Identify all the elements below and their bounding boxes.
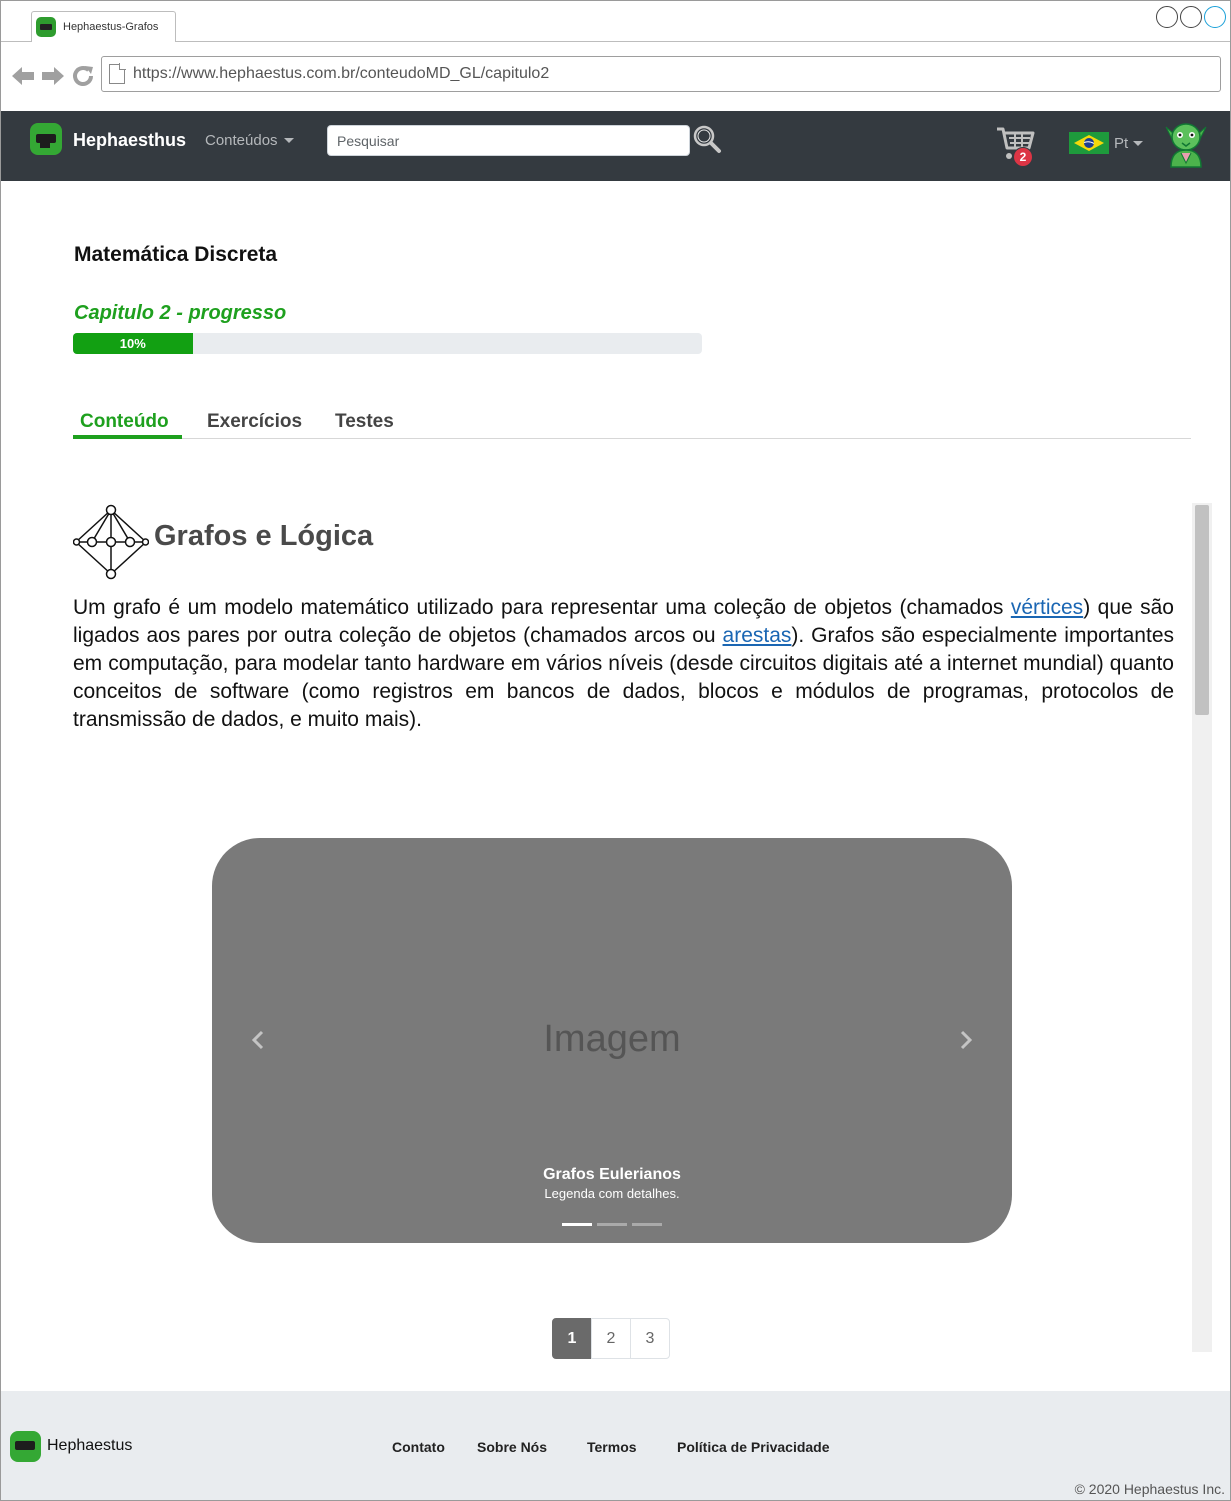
section-title: Grafos e Lógica [154,520,374,552]
chapter-progress-bar: 10% [73,333,702,354]
browser-window: Hephaestus-Grafos https://www.hephaestus… [0,0,1231,1501]
page-button-1[interactable]: 1 [552,1318,592,1359]
carousel-caption-title: Grafos Eulerianos [543,1166,681,1183]
back-arrow-icon[interactable] [11,64,35,88]
forward-arrow-icon[interactable] [41,64,65,88]
graph-icon [72,504,150,580]
favicon-icon [36,17,56,37]
browser-tab-bar: Hephaestus-Grafos [1,1,1230,43]
minimize-button[interactable] [1156,6,1178,28]
carousel-indicator-1[interactable] [562,1223,592,1226]
footer-link-sobre-nos[interactable]: Sobre Nós [477,1439,547,1455]
footer-link-termos[interactable]: Termos [587,1439,637,1455]
footer-link-contato[interactable]: Contato [392,1439,445,1455]
page-button-2[interactable]: 2 [591,1318,631,1359]
address-row: https://www.hephaestus.com.br/conteudoMD… [1,42,1230,111]
arestas-link[interactable]: arestas [723,624,792,647]
search-icon[interactable] [692,124,722,154]
window-controls [1156,6,1226,28]
brand-logo-icon[interactable] [30,123,62,155]
content-tabs: Conteúdo Exercícios Testes [73,401,1191,439]
progress-fill: 10% [73,333,193,354]
brand-name[interactable]: Hephaesthus [73,130,186,151]
pagination: 1 2 3 [552,1318,670,1359]
chapter-progress-label: Capitulo 2 - progresso [74,302,287,324]
caret-down-icon [283,138,294,143]
contents-dropdown-label: Conteúdos [205,132,278,149]
cart-count-badge: 2 [1013,147,1033,167]
active-tab-indicator [73,435,182,439]
chevron-right-icon[interactable] [954,1028,978,1052]
app-navbar: Hephaesthus Conteúdos Pesquisar Pt [1,111,1230,181]
chevron-left-icon[interactable] [246,1028,270,1052]
paragraph-text: Um grafo é um modelo matemático utilizad… [73,596,1011,619]
url-bar[interactable]: https://www.hephaestus.com.br/conteudoMD… [101,56,1221,92]
page-icon [109,63,126,84]
vertices-link[interactable]: vértices [1011,596,1083,619]
close-button[interactable] [1204,6,1226,28]
brazil-flag-icon[interactable] [1069,132,1109,154]
tab-conteudo[interactable]: Conteúdo [80,411,169,433]
content-scrollbar[interactable] [1192,503,1212,1352]
caret-down-icon [1133,141,1144,146]
course-title: Matemática Discreta [74,243,278,266]
maximize-button[interactable] [1180,6,1202,28]
carousel-image-placeholder: Imagem [543,1018,681,1060]
browser-tab[interactable]: Hephaestus-Grafos [31,11,176,43]
image-carousel: Imagem Grafos Eulerianos Legenda com det… [212,838,1012,1243]
carousel-caption-text: Legenda com detalhes. [544,1186,680,1201]
user-avatar-icon[interactable] [1163,117,1209,169]
footer-logo-icon[interactable] [10,1431,41,1462]
footer-link-privacidade[interactable]: Política de Privacidade [677,1439,830,1455]
browser-tab-title: Hephaestus-Grafos [63,21,159,33]
contents-dropdown[interactable]: Conteúdos [205,132,294,149]
tab-exercicios[interactable]: Exercícios [207,411,302,433]
url-text[interactable]: https://www.hephaestus.com.br/conteudoMD… [133,65,549,83]
footer-brand[interactable]: Hephaestus [47,1437,132,1455]
copyright: © 2020 Hephaestus Inc. [1074,1481,1225,1497]
language-dropdown[interactable]: Pt [1114,135,1144,152]
carousel-indicator-2[interactable] [597,1223,627,1226]
carousel-indicators [562,1223,662,1226]
reload-icon[interactable] [71,64,95,88]
section-paragraph: Um grafo é um modelo matemático utilizad… [73,594,1174,734]
tab-testes[interactable]: Testes [335,411,394,433]
carousel-indicator-3[interactable] [632,1223,662,1226]
scrollbar-thumb[interactable] [1195,505,1209,715]
footer: Hephaestus Contato Sobre Nós Termos Polí… [1,1391,1230,1500]
search-input[interactable] [327,125,690,156]
page-button-3[interactable]: 3 [630,1318,670,1359]
language-label: Pt [1114,135,1129,152]
